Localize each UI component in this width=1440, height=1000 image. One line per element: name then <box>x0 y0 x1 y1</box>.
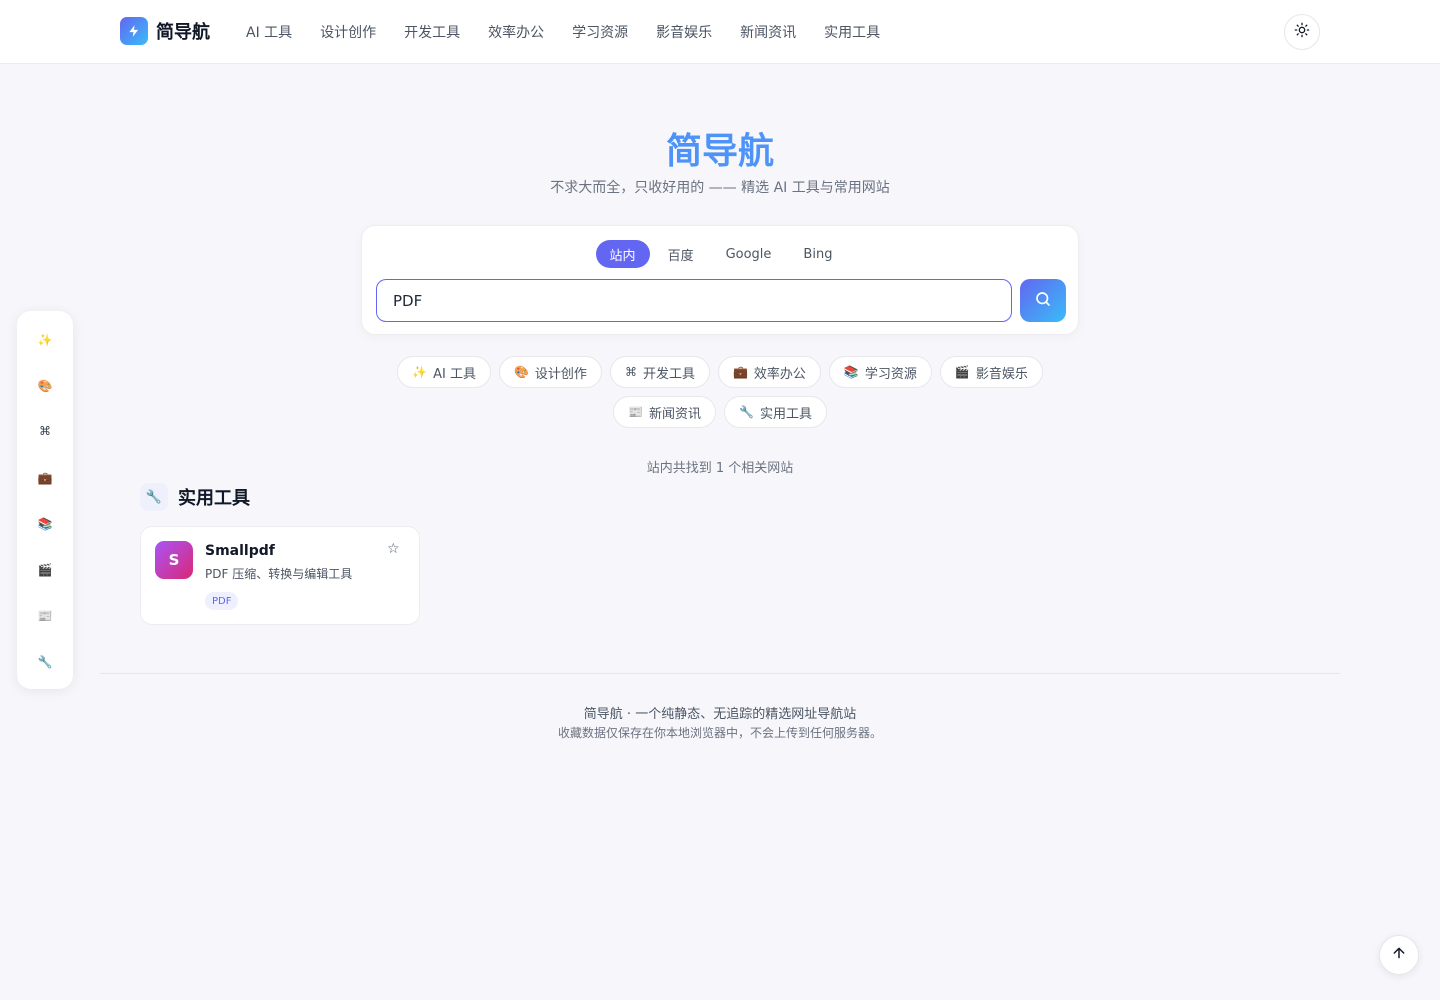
nav-item-learning[interactable]: 学习资源 <box>572 22 628 42</box>
chip-news[interactable]: 📰 新闻资讯 <box>613 396 716 428</box>
chip-label: 影音娱乐 <box>975 366 1028 382</box>
nav-item-utilities[interactable]: 实用工具 <box>824 22 880 42</box>
chip-design[interactable]: 🎨 设计创作 <box>498 356 602 388</box>
dock-newspaper-icon[interactable]: 📰 <box>17 602 73 630</box>
engine-tab-google[interactable]: Google <box>712 240 786 268</box>
chip-office[interactable]: 💼 效率办公 <box>717 356 821 388</box>
logo[interactable]: 简导航 <box>120 17 210 45</box>
search-icon <box>1034 290 1052 311</box>
chip-label: 效率办公 <box>753 366 806 382</box>
chip-label: 开发工具 <box>642 366 695 382</box>
nav-item-design[interactable]: 设计创作 <box>320 22 376 42</box>
dock-sparkles-icon[interactable]: ✨ <box>17 326 73 354</box>
search-input[interactable] <box>376 279 1012 322</box>
result-count: 站内共找到 1 个相关网站 <box>646 461 794 476</box>
side-category-dock: ✨ 🎨 ⌘ 💼 📚 🎬 📰 🔧 <box>17 311 73 689</box>
footer-divider <box>100 673 1340 674</box>
chip-ai[interactable]: ✨ AI 工具 <box>397 356 491 388</box>
chip-learning[interactable]: 📚 学习资源 <box>828 356 932 388</box>
logo-text: 简导航 <box>156 22 210 43</box>
briefcase-icon: 💼 <box>732 365 748 379</box>
category-chips-row-1: ✨ AI 工具 🎨 设计创作 ⌘ 开发工具 💼 效率办公 📚 学习资源 🎬 影音娱乐 <box>0 356 1440 388</box>
engine-tab-bing[interactable]: Bing <box>789 240 846 268</box>
clapperboard-icon: 🎬 <box>954 365 970 379</box>
dock-clapperboard-icon[interactable]: 🎬 <box>17 556 73 584</box>
chip-media[interactable]: 🎬 影音娱乐 <box>939 356 1043 388</box>
search-engine-tabs: 站内 百度 Google Bing <box>362 240 1080 268</box>
nav-item-office[interactable]: 效率办公 <box>488 22 544 42</box>
wrench-icon: 🔧 <box>739 405 754 419</box>
section-heading: 🔧 实用工具 <box>140 483 250 511</box>
dock-command-icon[interactable]: ⌘ <box>17 417 73 445</box>
theme-toggle-button[interactable] <box>1284 14 1320 50</box>
hero-subtitle: 不求大而全，只收好用的 —— 精选 AI 工具与常用网站 <box>550 180 890 196</box>
palette-icon: 🎨 <box>513 365 529 379</box>
chip-label: 设计创作 <box>534 366 587 382</box>
main-nav: AI 工具 设计创作 开发工具 效率办公 学习资源 影音娱乐 新闻资讯 实用工具 <box>246 0 908 64</box>
search-button[interactable] <box>1020 279 1066 322</box>
dock-books-icon[interactable]: 📚 <box>17 510 73 538</box>
wrench-icon: 🔧 <box>140 483 168 511</box>
top-header: 简导航 AI 工具 设计创作 开发工具 效率办公 学习资源 影音娱乐 新闻资讯 … <box>0 0 1440 64</box>
nav-item-ai[interactable]: AI 工具 <box>246 22 292 42</box>
arrow-up-icon <box>1391 945 1407 965</box>
chip-dev[interactable]: ⌘ 开发工具 <box>609 356 710 388</box>
lightning-icon <box>120 17 148 45</box>
site-name: Smallpdf <box>205 543 275 559</box>
chip-label: 实用工具 <box>759 406 812 422</box>
back-to-top-button[interactable] <box>1379 935 1419 975</box>
engine-tab-baidu[interactable]: 百度 <box>654 240 708 268</box>
sun-icon <box>1294 22 1310 42</box>
dock-wrench-icon[interactable]: 🔧 <box>17 648 73 676</box>
footer-tagline: 简导航 · 一个纯静态、无追踪的精选网址导航站 <box>583 707 857 722</box>
books-icon: 📚 <box>843 365 859 379</box>
site-card-smallpdf[interactable]: S Smallpdf PDF 压缩、转换与编辑工具 PDF ☆ <box>140 526 420 625</box>
footer-privacy-note: 收藏数据仅保存在你本地浏览器中，不会上传到任何服务器。 <box>557 726 882 740</box>
nav-item-media[interactable]: 影音娱乐 <box>656 22 712 42</box>
dock-palette-icon[interactable]: 🎨 <box>17 372 73 400</box>
chip-label: 学习资源 <box>864 366 917 382</box>
sparkles-icon: ✨ <box>412 365 428 379</box>
nav-item-dev[interactable]: 开发工具 <box>404 22 460 42</box>
dock-briefcase-icon[interactable]: 💼 <box>17 464 73 492</box>
search-card: 站内 百度 Google Bing <box>361 225 1079 335</box>
chip-utilities[interactable]: 🔧 实用工具 <box>724 396 827 428</box>
command-icon: ⌘ <box>624 365 637 379</box>
chip-label: 新闻资讯 <box>648 406 701 422</box>
section-title: 实用工具 <box>178 488 250 509</box>
site-avatar: S <box>155 541 193 579</box>
star-icon[interactable]: ☆ <box>387 541 400 557</box>
chip-label: AI 工具 <box>433 366 476 382</box>
engine-tab-site[interactable]: 站内 <box>595 240 650 268</box>
newspaper-icon: 📰 <box>628 405 643 419</box>
nav-item-news[interactable]: 新闻资讯 <box>740 22 796 42</box>
category-chips-row-2: 📰 新闻资讯 🔧 实用工具 <box>0 396 1440 428</box>
hero-title: 简导航 <box>0 122 1440 174</box>
site-tag: PDF <box>205 592 239 610</box>
site-description: PDF 压缩、转换与编辑工具 <box>205 567 353 581</box>
